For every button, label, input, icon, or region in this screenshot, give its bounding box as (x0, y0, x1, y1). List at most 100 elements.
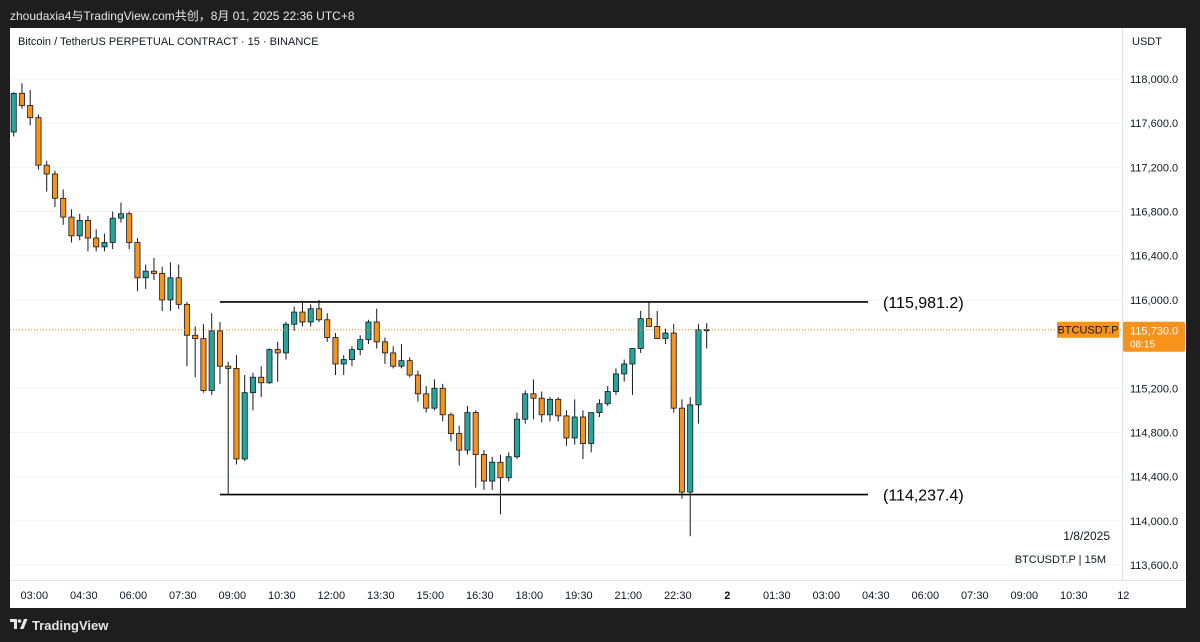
candle-body (513, 418, 520, 458)
screenshot-caption: zhoudaxia4与TradingView.com共创，8月 01, 2025… (10, 9, 355, 23)
candle-body (167, 277, 174, 301)
candle-body (258, 376, 265, 384)
candle-body (175, 277, 182, 305)
candle (324, 313, 331, 342)
candle (654, 310, 661, 339)
candle (167, 262, 174, 311)
candle-body (76, 219, 83, 237)
candle-body (645, 318, 652, 327)
candle-body (546, 398, 553, 416)
candle-body (274, 349, 281, 354)
candle-body (84, 219, 91, 239)
candle-body (447, 414, 454, 434)
candle (348, 346, 355, 367)
bar-countdown: 08:15 (1130, 340, 1155, 351)
candle (315, 299, 322, 322)
candle-body (472, 412, 479, 455)
price-tick-label: 117,200.0 (1130, 162, 1178, 174)
candle-body (109, 217, 116, 243)
candle-body (208, 330, 215, 391)
price-tick-label: 116,400.0 (1130, 251, 1178, 263)
price-tick-label: 113,600.0 (1130, 560, 1178, 572)
last-price-value: 115,730.0 (1130, 326, 1178, 338)
price-tick-label: 114,000.0 (1130, 516, 1178, 528)
tradingview-logo-icon (10, 619, 28, 629)
footer-bar (0, 608, 1200, 642)
chart-panel: (115,981.2) (114,237.4) 118,000.0 117,600.… (10, 28, 1186, 608)
candle (60, 189, 67, 225)
time-tick-label: 12 (1117, 590, 1129, 602)
candle-body (480, 454, 487, 482)
candle-body (35, 117, 42, 166)
candle (398, 344, 405, 369)
candle (93, 229, 100, 252)
candle (68, 209, 75, 243)
candle-body (579, 416, 586, 444)
candle-body (142, 270, 149, 279)
candle-body (43, 164, 50, 175)
candle-body (324, 319, 331, 338)
candle-body (233, 367, 240, 460)
candle-body (637, 318, 644, 349)
candle (117, 202, 124, 223)
candle (678, 399, 685, 499)
candle (282, 322, 289, 360)
time-tick-label: 22:30 (664, 590, 692, 602)
candle (84, 215, 91, 252)
candle-body (423, 393, 430, 409)
candle (18, 83, 25, 109)
candle (497, 454, 504, 515)
candle-body (687, 404, 694, 493)
candlestick-chart[interactable]: (115,981.2) (114,237.4) 118,000.0 117,600.… (10, 28, 1186, 608)
horizontal-levels: (115,981.2) (114,237.4) (219, 295, 964, 505)
time-tick-label: 01:30 (763, 590, 791, 602)
candle (431, 379, 438, 411)
candle-body (489, 461, 496, 482)
date-watermark: 1/8/2025 (1063, 529, 1110, 543)
candle-body (307, 308, 314, 323)
time-tick-label: 19:30 (565, 590, 593, 602)
candle-body (315, 308, 322, 321)
candle-body (299, 311, 306, 323)
candle (579, 410, 586, 459)
candle-body (612, 373, 619, 392)
candle-body (18, 92, 25, 106)
candle-body (51, 173, 58, 199)
candle-body (629, 348, 636, 365)
candle (274, 341, 281, 382)
candle (43, 160, 50, 192)
candle-body (563, 415, 570, 439)
candle (134, 238, 141, 292)
candle-body (621, 363, 628, 375)
candle (423, 386, 430, 413)
candle (27, 90, 34, 126)
candle (670, 324, 677, 413)
symbol-interval-label: BTCUSDT.P | 15M (1015, 554, 1106, 566)
candle (373, 308, 380, 349)
candle (35, 114, 42, 170)
time-tick-label: 07:30 (961, 590, 989, 602)
candle (472, 410, 479, 488)
price-tick-label: 116,000.0 (1130, 295, 1178, 307)
candle (183, 302, 190, 367)
level-label: (114,237.4) (883, 488, 964, 505)
candle-body (414, 374, 421, 395)
candle (604, 386, 611, 406)
price-tick-label: 115,200.0 (1130, 383, 1178, 395)
time-tick-label: 06:00 (120, 590, 148, 602)
screenshot-caption-bar: zhoudaxia4与TradingView.com共创，8月 01, 2025… (0, 0, 1200, 28)
candle (522, 390, 529, 424)
candle (299, 302, 306, 327)
candle-body (456, 433, 463, 451)
time-tick-label: 10:30 (1060, 590, 1088, 602)
candle-body (200, 338, 207, 391)
candle-body (266, 349, 273, 384)
candle-body (192, 334, 199, 339)
chart-title: Bitcoin / TetherUS PERPETUAL CONTRACT · … (18, 36, 319, 48)
time-scale[interactable]: 03:00 04:30 06:00 07:30 09:00 10:30 12:00 13:30… (21, 590, 1130, 602)
time-tick-label: 06:00 (912, 590, 940, 602)
candle-body (134, 242, 141, 279)
time-tick-label: 21:00 (615, 590, 643, 602)
candle (645, 302, 652, 327)
candle (456, 425, 463, 466)
